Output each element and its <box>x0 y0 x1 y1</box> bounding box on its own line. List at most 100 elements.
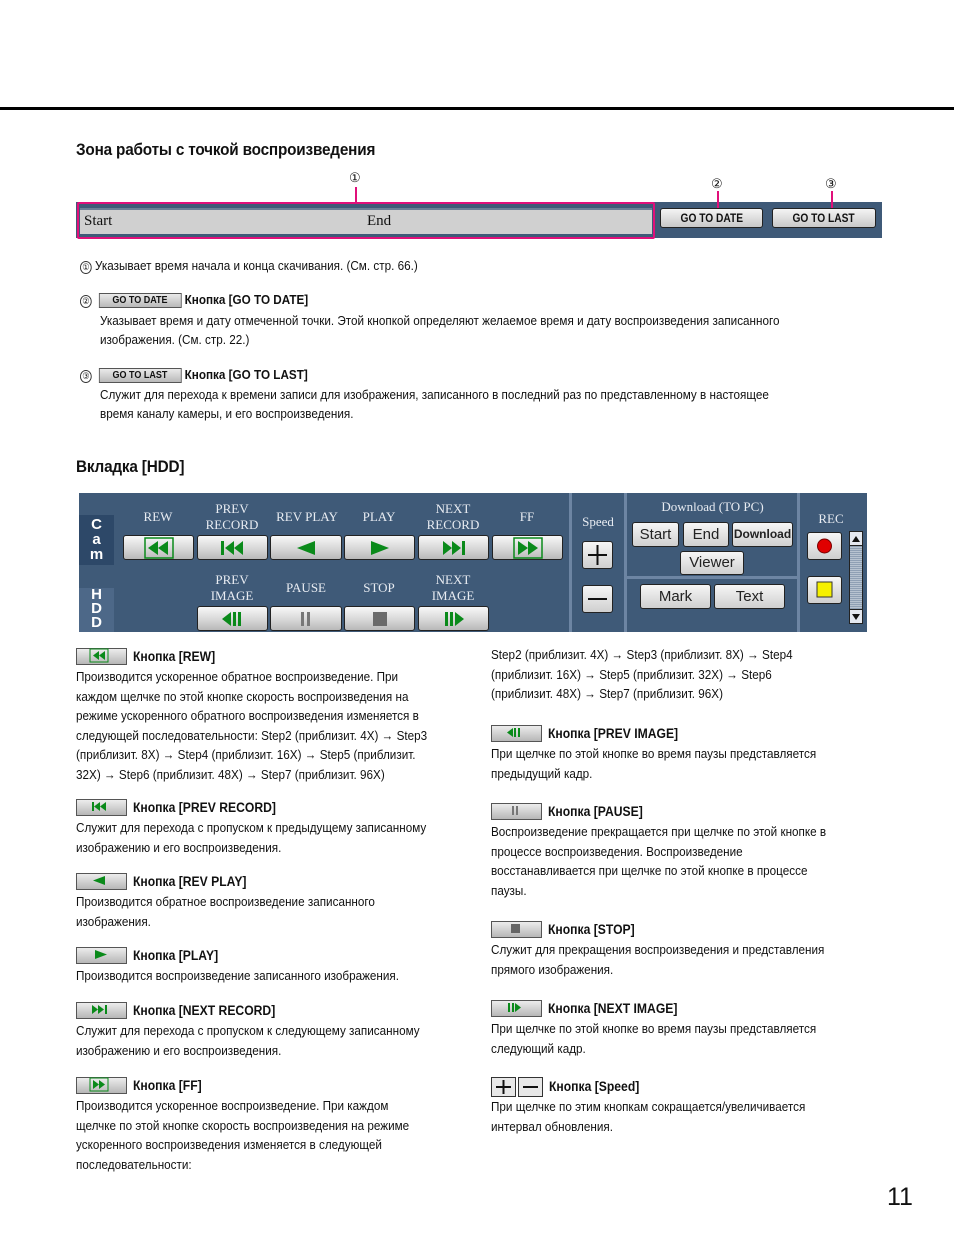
plus-icon <box>588 545 607 565</box>
label-play: PLAY <box>362 509 396 524</box>
rew-description-line: 32X) → Step6 (приблизит. 48X) → Step7 (п… <box>76 766 385 782</box>
scroll-up-arrow[interactable] <box>850 532 862 546</box>
download-end-button[interactable]: End <box>683 522 729 547</box>
speed-minus-button[interactable] <box>582 585 613 613</box>
pause-button[interactable] <box>270 606 342 631</box>
stop-description-line: Служит для прекращения воспроизведения и… <box>491 942 825 957</box>
panel-separator <box>797 493 800 632</box>
prev-image-description-header: Кнопка [PREV IMAGE] <box>491 724 693 744</box>
tab-cam[interactable]: Cam <box>79 515 114 565</box>
play-icon <box>370 540 389 555</box>
panel-separator <box>624 493 627 632</box>
label-next-image: NEXT IMAGE <box>431 572 475 603</box>
panel-scrollbar[interactable] <box>849 531 863 624</box>
rev-play-description-line: Производится обратное воспроизведение за… <box>76 894 375 909</box>
prev-record-button[interactable] <box>197 535 268 560</box>
item-1-text: Указывает время начала и конца скачивани… <box>94 258 418 273</box>
prev-record-description-header: Кнопка [PREV RECORD] <box>76 798 292 818</box>
prev-image-icon <box>491 725 542 743</box>
speed-description-line: интервал обновления. <box>491 1118 613 1134</box>
speed-description-line: При щелчке по этим кнопкам сокращается/у… <box>491 1099 806 1114</box>
mark-button[interactable]: Mark <box>640 584 711 609</box>
ff-description-line: щелчке по этой кнопке скорость воспроизв… <box>76 1117 410 1133</box>
rew-description-header: Кнопка [REW] <box>76 647 224 667</box>
minus-icon <box>588 598 607 600</box>
callout-line-3 <box>831 191 833 209</box>
pause-icon <box>301 611 310 626</box>
page-number: 11 <box>887 1183 913 1211</box>
callout-highlight-box <box>77 202 655 239</box>
go-to-last-mini-button: GO TO LAST <box>98 368 182 384</box>
play-description-title: Кнопка [PLAY] <box>133 948 219 963</box>
section-title-playback-zone: Зона работы с точкой воспроизведения <box>76 140 376 159</box>
rec-label: REC <box>818 511 844 526</box>
download-button[interactable]: Download <box>732 522 793 547</box>
prev-record-icon <box>220 540 243 555</box>
reverse-play-icon <box>297 540 315 555</box>
label-ff: FF <box>519 509 535 524</box>
next-record-button[interactable] <box>418 535 489 560</box>
label-pause: PAUSE <box>286 580 326 595</box>
prev-image-button[interactable] <box>197 606 268 631</box>
label-rew: REW <box>143 509 173 524</box>
ff-description-line: Производится ускоренное воспроизведение.… <box>76 1098 389 1113</box>
go-to-date-button[interactable]: GO TO DATE <box>660 208 763 228</box>
play-description-header: Кнопка [PLAY] <box>76 946 228 966</box>
next-record-icon <box>442 540 465 555</box>
callout-1: ① <box>349 170 361 185</box>
ff-description-title: Кнопка [FF] <box>133 1078 202 1093</box>
prev-image-description-line: предыдущий кадр. <box>491 765 593 781</box>
ff-description-continuation: (приблизит. 48X) → Step7 (приблизит. 96X… <box>491 686 724 701</box>
ff-description-continuation: (приблизит. 16X) → Step5 (приблизит. 32X… <box>491 666 772 682</box>
rew-description-line: каждом щелчке по этой кнопке скорость во… <box>76 688 409 704</box>
ff-description-continuation: Step2 (приблизит. 4X) → Step3 (приблизит… <box>491 647 793 662</box>
prev-record-description-line: изображению и его воспроизведения. <box>76 839 282 855</box>
callout-line-2 <box>717 191 719 209</box>
download-label: Download (TO PC) <box>661 499 764 514</box>
tab-hdd[interactable]: HDD <box>79 587 114 632</box>
speed-plus-button[interactable] <box>582 541 613 569</box>
rew-description-line: следующей последовательности: Step2 (при… <box>76 727 428 743</box>
play-description-line: Производится воспроизведение записанного… <box>76 968 400 983</box>
stop-button[interactable] <box>344 606 415 631</box>
item-2-line-1: Указывает время и дату отмеченной точки.… <box>100 313 780 328</box>
rew-description-line: режиме ускоренного обратного воспроизвед… <box>76 708 419 723</box>
rew-button[interactable] <box>123 535 194 560</box>
stop-icon <box>372 611 387 626</box>
label-prev-image: PREV IMAGE <box>210 572 254 603</box>
rec-stop-button[interactable] <box>807 576 842 604</box>
item-3-title: Кнопка [GO TO LAST] <box>184 367 308 382</box>
rew-description-line: (приблизит. 8X) → Step4 (приблизит. 16X)… <box>76 747 416 762</box>
item-3-number: ③ <box>80 370 92 383</box>
item-3-header: ③ GO TO LAST Кнопка [GO TO LAST] <box>80 365 308 385</box>
next-image-description-line: При щелчке по этой кнопке во время паузы… <box>491 1021 817 1036</box>
next-image-button[interactable] <box>418 606 489 631</box>
header-rule <box>0 107 954 110</box>
rec-button[interactable] <box>807 532 842 560</box>
rew-description-line: Производится ускоренное обратное воспрои… <box>76 669 399 684</box>
stop-description-title: Кнопка [STOP] <box>548 922 635 937</box>
label-prev-record: PREV RECORD <box>205 501 259 532</box>
label-rev-play: REV PLAY <box>276 509 338 524</box>
stop-icon <box>491 921 542 939</box>
reverse-play-icon <box>76 873 127 891</box>
download-start-button[interactable]: Start <box>632 522 679 547</box>
viewer-button[interactable]: Viewer <box>680 551 744 575</box>
pause-description-line: процессе воспроизведения. Воспроизведени… <box>491 843 743 859</box>
next-image-description-header: Кнопка [NEXT IMAGE] <box>491 999 692 1019</box>
go-to-last-button[interactable]: GO TO LAST <box>772 208 876 228</box>
prev-image-description-line: При щелчке по этой кнопке во время паузы… <box>491 746 817 761</box>
ff-button[interactable] <box>492 535 563 560</box>
speed-buttons-icon <box>491 1077 543 1097</box>
record-icon <box>817 538 832 554</box>
rew-description-title: Кнопка [REW] <box>133 649 216 664</box>
scroll-down-arrow[interactable] <box>850 609 862 623</box>
panel-separator <box>627 576 797 579</box>
panel-separator <box>569 493 572 632</box>
stop-description-header: Кнопка [STOP] <box>491 920 644 940</box>
text-button[interactable]: Text <box>714 584 785 609</box>
rev-play-button[interactable] <box>270 535 342 560</box>
next-image-description-title: Кнопка [NEXT IMAGE] <box>548 1001 678 1016</box>
item-2-title: Кнопка [GO TO DATE] <box>184 292 309 307</box>
play-button[interactable] <box>344 535 415 560</box>
